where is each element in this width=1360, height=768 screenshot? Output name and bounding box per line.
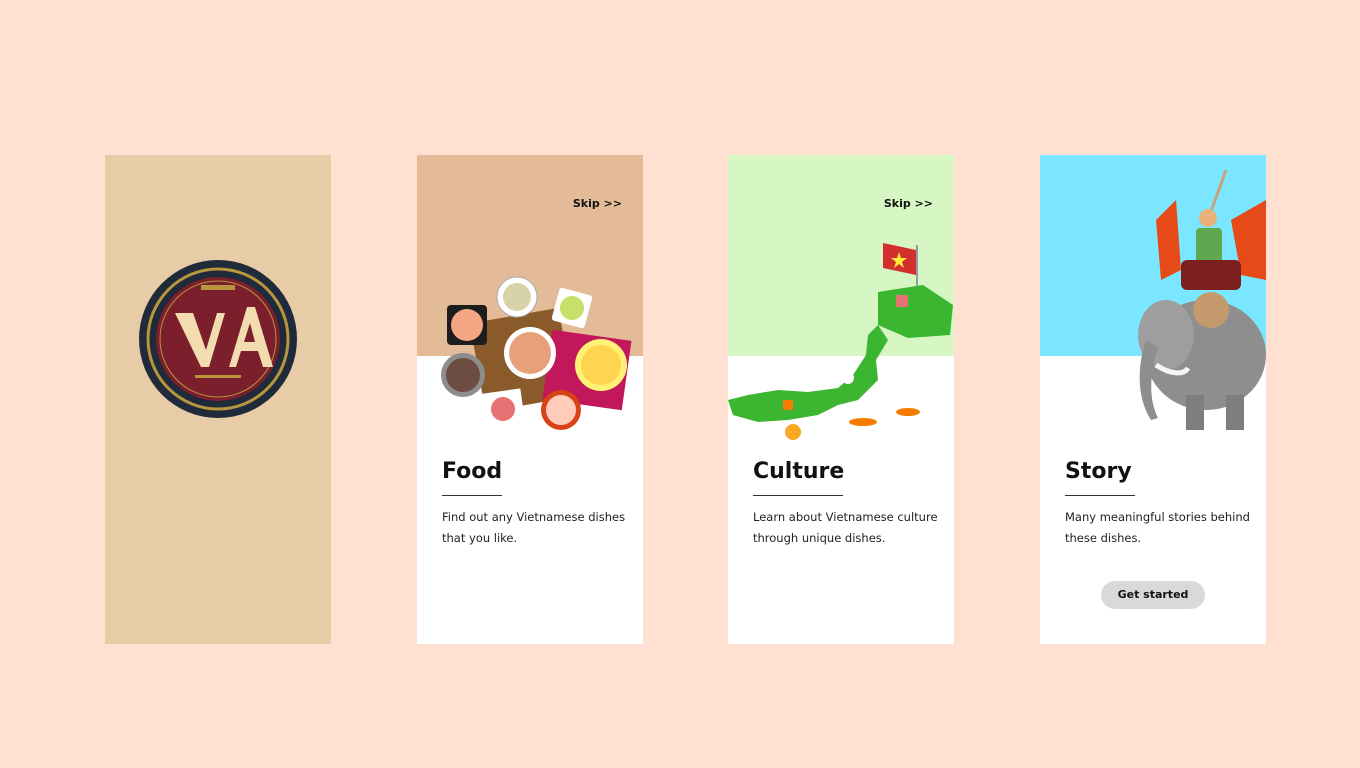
onboarding-culture-screen: Skip >> Culture Learn about Vietnamese c… <box>728 155 954 644</box>
onboarding-story-screen: Story Many meaningful stories behind the… <box>1040 155 1266 644</box>
warrior-on-elephant-illustration <box>1138 169 1266 430</box>
app-logo <box>139 260 297 418</box>
get-started-button[interactable]: Get started <box>1101 581 1205 609</box>
skip-link[interactable]: Skip >> <box>884 197 933 210</box>
onboarding-description: Learn about Vietnamese culture through u… <box>753 510 938 545</box>
onboarding-title: Culture <box>753 459 845 484</box>
splash-screen: VA <box>105 155 331 644</box>
onboarding-title: Story <box>1065 459 1132 484</box>
vietnam-map-illustration <box>728 243 953 440</box>
onboarding-title: Food <box>442 459 503 484</box>
vietnamese-dishes-illustration <box>441 276 632 430</box>
onboarding-food-screen: Skip >> Food Find out any Vietnamese dis… <box>417 155 643 644</box>
title-underline <box>1065 495 1135 496</box>
onboarding-description: Many meaningful stories behind these dis… <box>1065 510 1250 545</box>
skip-link[interactable]: Skip >> <box>573 197 622 210</box>
title-underline <box>442 495 502 496</box>
title-underline <box>753 495 843 496</box>
onboarding-description: Find out any Vietnamese dishes that you … <box>442 510 626 545</box>
